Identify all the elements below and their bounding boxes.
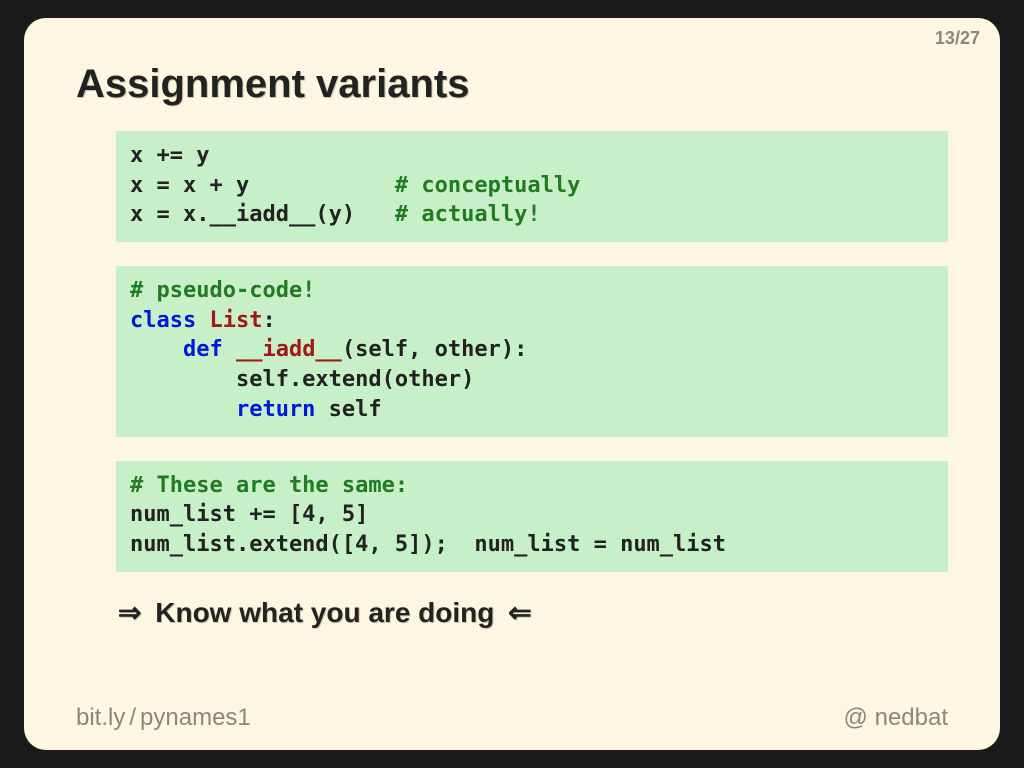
takeaway-text: Know what you are doing: [155, 597, 494, 628]
takeaway-line: ⇒ Know what you are doing ⇐: [112, 596, 948, 629]
code-text: self.extend(other): [130, 367, 474, 392]
slide-title: Assignment variants: [76, 62, 948, 107]
code-keyword: class: [130, 308, 196, 333]
code-classname: List: [196, 308, 262, 333]
footer-link-path: pynames1: [140, 704, 251, 731]
code-block-1: x += y x = x + y # conceptuallyx = x.__ia…: [116, 131, 948, 242]
code-block-2: # pseudo-code! class List: def __iadd__(s…: [116, 266, 948, 436]
code-block-3: # These are the same: num_list += [4, 5] n…: [116, 461, 948, 572]
arrow-left-icon: ⇐: [502, 596, 537, 629]
slide-footer: bit.ly/pynames1 @ nedbat: [76, 704, 948, 732]
code-text: :: [262, 308, 275, 333]
page-total: 27: [960, 28, 980, 48]
code-text: self: [315, 397, 381, 422]
code-comment: # actually!: [395, 202, 541, 227]
footer-link-host: bit.ly: [76, 704, 125, 731]
code-defname: __iadd__: [223, 337, 342, 362]
code-text: (self, other):: [342, 337, 527, 362]
footer-username: nedbat: [875, 704, 948, 731]
at-icon: @: [844, 704, 868, 731]
code-comment: # conceptually: [395, 173, 580, 198]
code-text: num_list += [4, 5]: [130, 502, 368, 527]
code-comment: # These are the same:: [130, 473, 408, 498]
code-keyword: def: [130, 337, 223, 362]
code-text: x = x.__iadd__(y): [130, 202, 395, 227]
arrow-right-icon: ⇒: [112, 596, 147, 629]
page-counter: 13/27: [935, 28, 980, 49]
page-current: 13: [935, 28, 955, 48]
slide: 13/27 Assignment variants x += yx = x + …: [24, 18, 1000, 750]
code-text: x += y: [130, 143, 209, 168]
code-keyword: return: [130, 397, 315, 422]
code-text: num_list.extend([4, 5]); num_list = num_…: [130, 532, 726, 557]
footer-link: bit.ly/pynames1: [76, 704, 251, 732]
footer-handle: @ nedbat: [844, 704, 948, 732]
footer-link-sep: /: [125, 704, 140, 731]
code-text: x = x + y: [130, 173, 395, 198]
code-comment: # pseudo-code!: [130, 278, 315, 303]
